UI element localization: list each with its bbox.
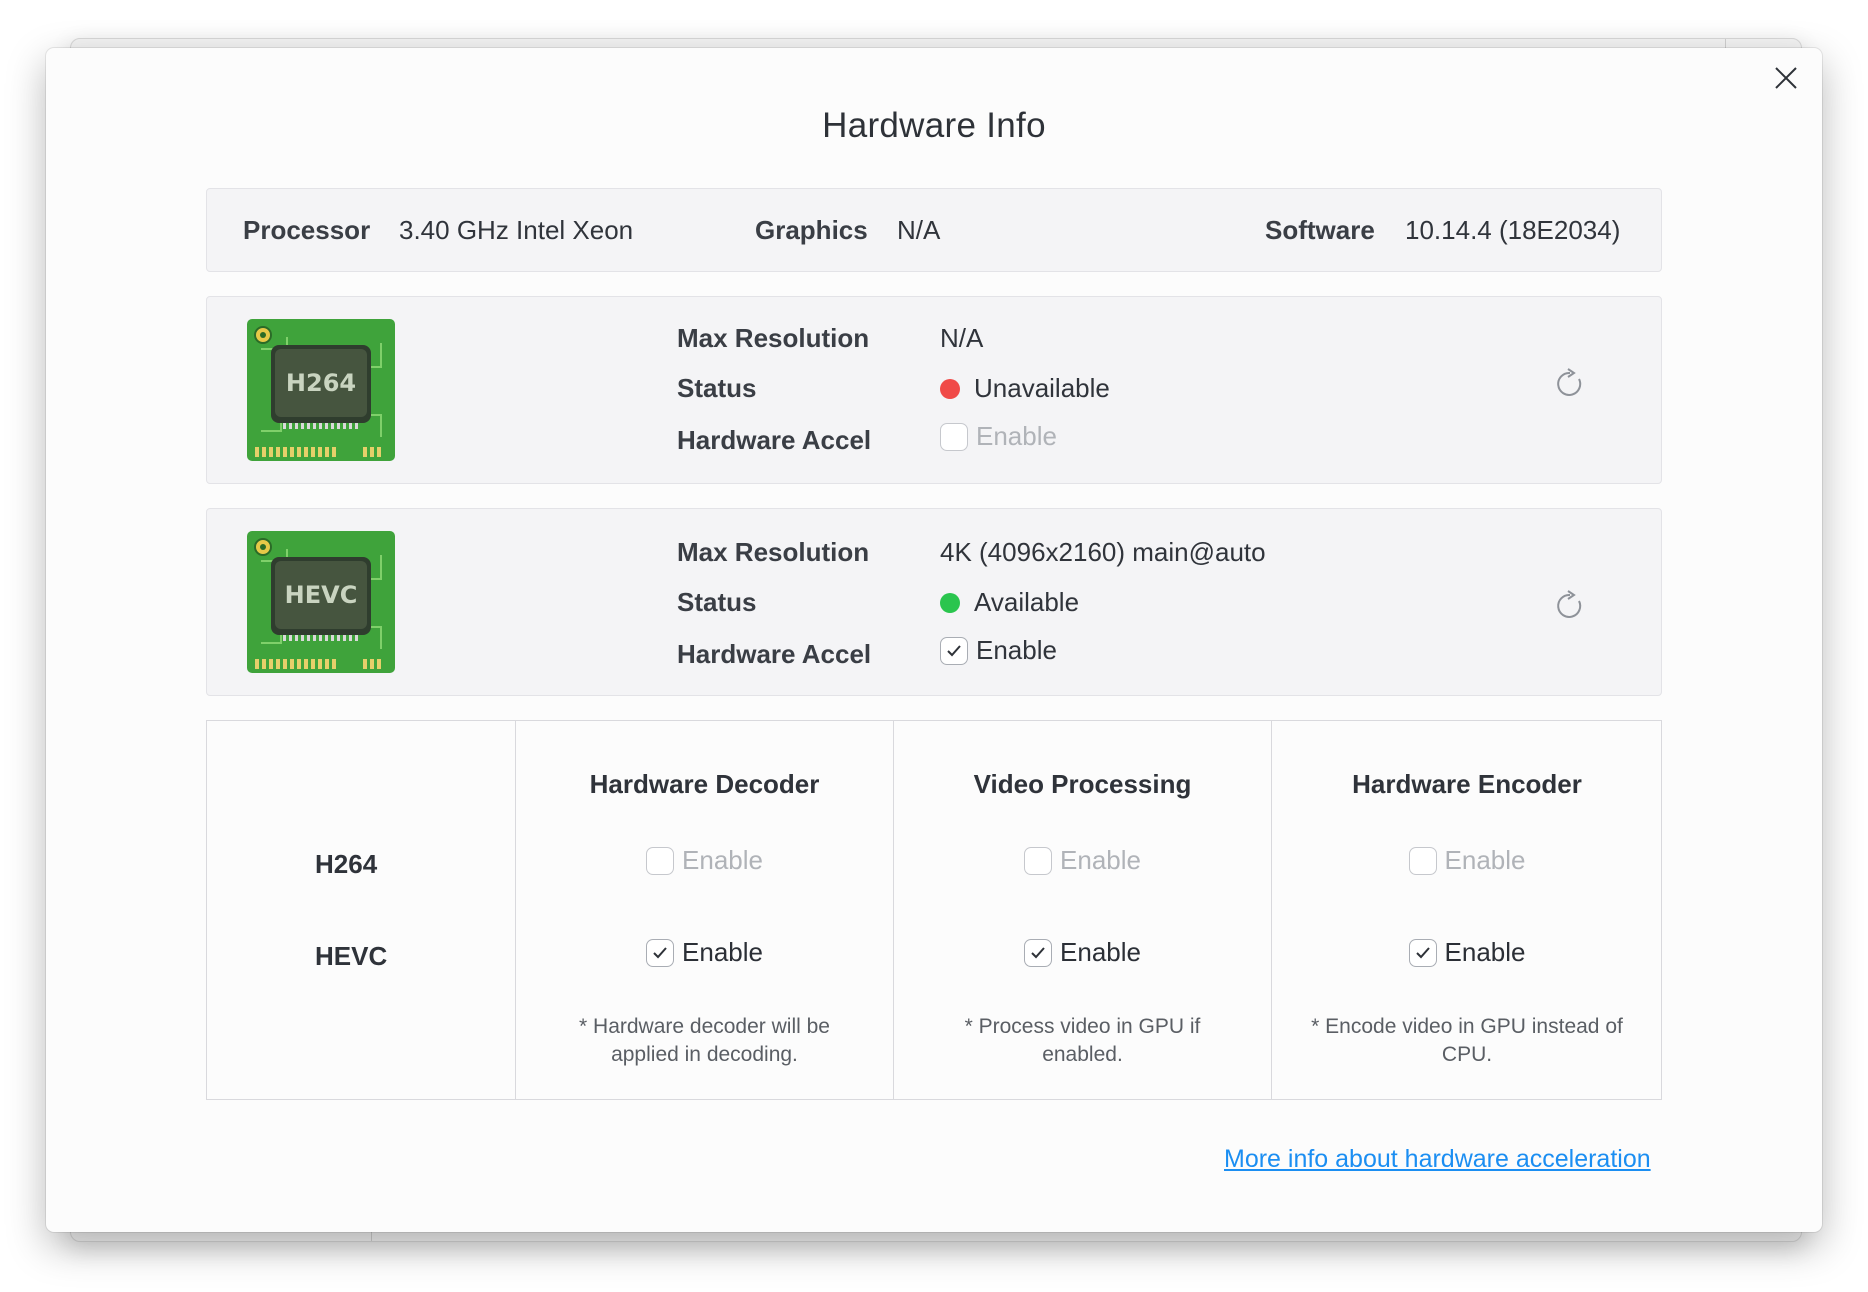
h264-decoder-checkbox[interactable]: Enable — [646, 845, 763, 876]
chip-label: H264 — [286, 369, 356, 397]
checkbox-label: Enable — [1444, 845, 1526, 875]
checkbox-label: Enable — [1444, 937, 1526, 967]
note-hardware-decoder: * Hardware decoder will be applied in de… — [579, 1015, 830, 1066]
status-value: Available — [940, 587, 1079, 618]
status-label: Status — [677, 373, 757, 403]
hardware-accel-checkbox-hevc[interactable]: Enable — [940, 635, 1057, 666]
graphics-value: N/A — [897, 215, 941, 245]
checkbox-label: Enable — [682, 937, 763, 967]
max-resolution-label: Max Resolution — [677, 323, 870, 353]
refresh-icon[interactable] — [1553, 367, 1587, 401]
system-info-bar: Processor 3.40 GHz Intel Xeon Graphics N… — [206, 188, 1662, 272]
checkbox-box — [646, 846, 675, 875]
processor-value: 3.40 GHz Intel Xeon — [399, 215, 634, 245]
checkbox-label: Enable — [1060, 937, 1141, 967]
chip-icon: HEVC — [247, 531, 395, 673]
checkbox-box — [1408, 938, 1437, 967]
status-label: Status — [677, 587, 757, 617]
max-resolution-label: Max Resolution — [677, 537, 870, 567]
checkbox-label: Enable — [682, 845, 763, 875]
hardware-accel-checkbox-h264[interactable]: Enable — [940, 421, 1057, 452]
checkbox-box — [1024, 938, 1053, 967]
hardware-info-dialog: Hardware Info Processor 3.40 GHz Intel X… — [46, 48, 1822, 1232]
hevc-encoder-checkbox[interactable]: Enable — [1408, 937, 1526, 968]
h264-encoder-checkbox[interactable]: Enable — [1408, 845, 1526, 876]
column-header-hardware-encoder: Hardware Encoder — [1352, 769, 1582, 799]
max-resolution-value: N/A — [940, 323, 984, 353]
chip-icon: H264 — [247, 319, 395, 461]
software-label: Software — [1265, 215, 1375, 245]
checkbox-box — [1408, 846, 1437, 875]
checkbox-label: Enable — [976, 635, 1057, 665]
column-header-video-processing: Video Processing — [973, 769, 1192, 799]
checkbox-box — [1024, 846, 1053, 875]
row-label-h264: H264 — [315, 849, 378, 879]
checkbox-box — [646, 938, 675, 967]
software-value: 10.14.4 (18E2034) — [1405, 215, 1621, 245]
note-hardware-encoder: * Encode video in GPU instead of CPU. — [1311, 1015, 1623, 1066]
refresh-icon[interactable] — [1553, 589, 1587, 623]
processor-label: Processor — [243, 215, 371, 245]
column-header-hardware-decoder: Hardware Decoder — [589, 769, 820, 799]
checkbox-label: Enable — [976, 421, 1057, 451]
more-info-link[interactable]: More info about hardware acceleration — [1224, 1145, 1651, 1174]
checkbox-label: Enable — [1060, 845, 1141, 875]
note-video-processing: * Process video in GPU if enabled. — [964, 1015, 1201, 1066]
status-text: Unavailable — [974, 373, 1110, 403]
close-button[interactable] — [1766, 58, 1806, 98]
status-text: Available — [974, 587, 1080, 617]
codec-card-h264: H264 Max Resolution N/A Status Unavailab… — [206, 296, 1662, 484]
status-dot — [940, 592, 960, 613]
acceleration-matrix: Hardware Decoder Video Processing Hardwa… — [206, 720, 1662, 1100]
dialog-title: Hardware Info — [822, 106, 1046, 145]
codec-card-hevc: HEVC Max Resolution 4K (4096x2160) main@… — [206, 508, 1662, 696]
max-resolution-value: 4K (4096x2160) main@auto — [940, 537, 1266, 567]
close-icon — [1775, 67, 1797, 89]
checkmark-icon — [1031, 946, 1045, 958]
checkmark-icon — [653, 946, 667, 958]
checkbox-box — [940, 636, 968, 665]
hardware-accel-label: Hardware Accel — [677, 425, 872, 455]
hardware-accel-label: Hardware Accel — [677, 639, 872, 669]
hevc-decoder-checkbox[interactable]: Enable — [646, 937, 763, 968]
graphics-label: Graphics — [755, 215, 868, 245]
checkmark-icon — [947, 644, 961, 656]
chip-label: HEVC — [285, 581, 358, 609]
status-dot — [940, 378, 960, 399]
checkbox-box — [940, 422, 968, 451]
hevc-processing-checkbox[interactable]: Enable — [1024, 937, 1141, 968]
checkmark-icon — [1415, 946, 1430, 958]
row-label-hevc: HEVC — [315, 941, 388, 971]
h264-processing-checkbox[interactable]: Enable — [1024, 845, 1141, 876]
status-value: Unavailable — [940, 373, 1110, 404]
